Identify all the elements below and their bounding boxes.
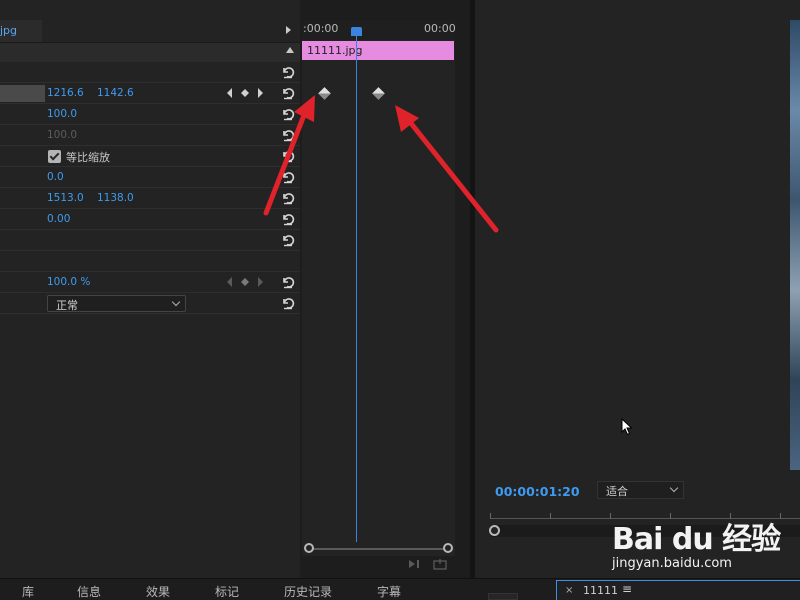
scale-row[interactable]: 100.0 bbox=[0, 104, 300, 125]
ruler-tick bbox=[610, 513, 611, 519]
project-tab[interactable] bbox=[488, 593, 518, 600]
position-x-value[interactable]: 1216.6 bbox=[47, 87, 84, 99]
section-row[interactable] bbox=[0, 230, 300, 251]
rotation-value[interactable]: 0.0 bbox=[47, 171, 64, 183]
rotation-row[interactable]: 0.0 bbox=[0, 167, 300, 188]
timeline-footer-icons[interactable] bbox=[408, 558, 448, 573]
blend-mode-label: 正常 bbox=[56, 299, 78, 312]
keyframe-nav[interactable] bbox=[226, 277, 270, 291]
timeline-start-time: :00:00 bbox=[303, 22, 339, 35]
effect-section-header[interactable] bbox=[0, 42, 300, 62]
playhead-handle[interactable] bbox=[351, 27, 362, 36]
playhead-line[interactable] bbox=[356, 30, 357, 542]
reset-icon[interactable] bbox=[281, 212, 295, 226]
effect-timeline[interactable] bbox=[302, 20, 455, 556]
tab-library[interactable]: 库 bbox=[22, 583, 34, 600]
timeline-scrollbar[interactable] bbox=[309, 548, 448, 550]
opacity-header-row[interactable] bbox=[0, 251, 300, 272]
tab-effects[interactable]: 效果 bbox=[146, 583, 170, 600]
anti-flicker-value[interactable]: 0.00 bbox=[47, 213, 70, 225]
uniform-scale-label: 等比缩放 bbox=[66, 151, 110, 164]
collapse-arrow-icon[interactable] bbox=[286, 47, 294, 53]
menu-icon[interactable]: ≡ bbox=[622, 582, 632, 596]
reset-icon[interactable] bbox=[281, 65, 295, 79]
position-row[interactable]: 1216.6 1142.6 bbox=[0, 83, 300, 104]
keyframe-nav[interactable] bbox=[226, 88, 270, 102]
motion-header-row[interactable] bbox=[0, 62, 300, 83]
zoom-fit-label: 适合 bbox=[606, 485, 628, 498]
reset-icon[interactable] bbox=[281, 275, 295, 289]
mouse-cursor-icon bbox=[621, 417, 633, 439]
tab-history[interactable]: 历史记录 bbox=[284, 583, 332, 600]
monitor-scroll-handle[interactable] bbox=[489, 525, 500, 536]
ruler-tick bbox=[780, 513, 781, 519]
reset-icon[interactable] bbox=[281, 191, 295, 205]
close-icon[interactable]: × bbox=[565, 585, 573, 596]
reset-icon[interactable] bbox=[281, 128, 295, 142]
zoom-fit-select[interactable]: 适合 bbox=[597, 481, 684, 499]
watermark-logo: Bai du 经验 bbox=[612, 522, 781, 557]
ruler-tick bbox=[490, 513, 491, 519]
chevron-down-icon bbox=[171, 297, 181, 307]
reset-icon[interactable] bbox=[281, 107, 295, 121]
anchor-point-row[interactable]: 1513.0 1138.0 bbox=[0, 188, 300, 209]
blend-mode-row[interactable]: 正常 bbox=[0, 293, 300, 314]
position-y-value[interactable]: 1142.6 bbox=[97, 87, 134, 99]
tab-info[interactable]: 信息 bbox=[77, 583, 101, 600]
scroll-start-handle[interactable] bbox=[304, 543, 314, 553]
watermark: Bai du 经验 jingyan.baidu.com bbox=[612, 514, 781, 571]
reset-icon[interactable] bbox=[281, 149, 295, 163]
play-arrow-icon[interactable] bbox=[286, 26, 291, 34]
monitor-image bbox=[790, 20, 800, 470]
timecode-display[interactable]: 00:00:01:20 bbox=[495, 484, 580, 499]
reset-icon[interactable] bbox=[281, 233, 295, 247]
uniform-scale-checkbox[interactable] bbox=[48, 150, 61, 163]
anchor-x-value[interactable]: 1513.0 bbox=[47, 192, 84, 204]
timeline-end-time: 00:00 bbox=[424, 22, 456, 35]
blend-mode-select[interactable]: 正常 bbox=[47, 295, 186, 312]
reset-icon[interactable] bbox=[281, 86, 295, 100]
scroll-end-handle[interactable] bbox=[443, 543, 453, 553]
tab-markers[interactable]: 标记 bbox=[215, 583, 239, 600]
effect-controls-topbar bbox=[0, 0, 300, 20]
scale-width-row[interactable]: 100.0 bbox=[0, 125, 300, 146]
clip-tab[interactable]: jpg bbox=[0, 20, 42, 42]
reset-icon[interactable] bbox=[281, 170, 295, 184]
ruler-tick bbox=[550, 513, 551, 519]
clip-tab-label: jpg bbox=[0, 24, 18, 37]
anchor-y-value[interactable]: 1138.0 bbox=[97, 192, 134, 204]
chevron-down-icon bbox=[669, 483, 679, 493]
position-slider[interactable] bbox=[0, 85, 45, 102]
clip-bar[interactable]: 11111.jpg bbox=[302, 41, 454, 60]
opacity-row[interactable]: 100.0 % bbox=[0, 272, 300, 293]
opacity-value[interactable]: 100.0 % bbox=[47, 276, 90, 288]
tab-captions[interactable]: 字幕 bbox=[377, 583, 401, 600]
scale-width-value: 100.0 bbox=[47, 129, 78, 141]
uniform-scale-row[interactable]: 等比缩放 bbox=[0, 146, 300, 167]
clip-name: 11111.jpg bbox=[307, 44, 363, 57]
sequence-name[interactable]: 11111 bbox=[583, 584, 618, 597]
scale-value[interactable]: 100.0 bbox=[47, 108, 77, 120]
reset-icon[interactable] bbox=[281, 296, 295, 310]
watermark-url: jingyan.baidu.com bbox=[612, 556, 732, 571]
anti-flicker-row[interactable]: 0.00 bbox=[0, 209, 300, 230]
